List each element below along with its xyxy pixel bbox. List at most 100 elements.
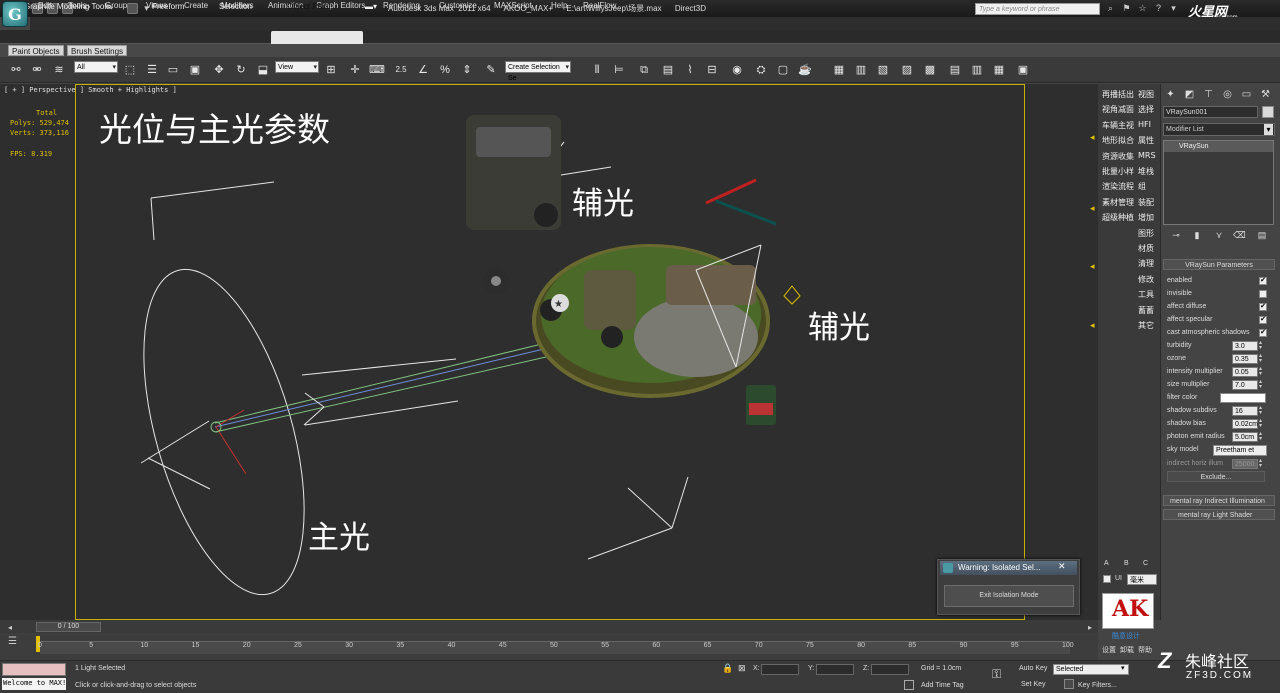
mini-curve-editor-icon[interactable]: ☰ (8, 636, 24, 652)
keyboard-shortcut-override-icon[interactable]: ⌨ (369, 62, 385, 78)
script-tool-9-icon[interactable]: ▣ (1015, 62, 1031, 78)
shortcut-item[interactable]: 工具 (1138, 289, 1160, 303)
named-selection-dropdown[interactable]: Create Selection Se (505, 61, 571, 82)
spinner-snap-icon[interactable]: ⇕ (459, 62, 475, 78)
dialog-title[interactable]: Warning: Isolated Sel... (940, 561, 1077, 575)
modifier-stack[interactable] (1163, 140, 1274, 225)
z-coordinate-field[interactable] (871, 664, 909, 675)
exclude-button[interactable]: Exclude... (1167, 471, 1265, 482)
key-filter-icon[interactable] (1064, 679, 1074, 689)
spinner-arrows-icon[interactable]: ▴ ▾ (1259, 379, 1267, 390)
tab-freeform[interactable]: Freeform (152, 2, 184, 11)
shortcut-item[interactable]: 蓄蓄 (1138, 305, 1160, 319)
shortcut-item[interactable]: 属性 (1138, 135, 1160, 149)
spinner-arrows-icon[interactable]: ▴ ▾ (1259, 366, 1267, 377)
hierarchy-tab-icon[interactable]: ⊤ (1201, 87, 1216, 102)
rotate-icon[interactable]: ↻ (233, 62, 249, 78)
hold-icon[interactable] (127, 3, 138, 14)
window-crossing-icon[interactable]: ▣ (187, 62, 203, 78)
stack-item-vraysun[interactable]: VRaySun (1164, 141, 1273, 152)
tab-a[interactable]: A (1104, 560, 1109, 567)
select-manipulate-icon[interactable]: ✛ (347, 62, 363, 78)
chevron-down-icon[interactable]: ▾ (1121, 664, 1125, 672)
bind-space-warp-icon[interactable]: ≋ (51, 62, 67, 78)
param-affect-specular-checkbox[interactable]: ✔ (1259, 316, 1267, 324)
script-tool-6-icon[interactable]: ▤ (947, 62, 963, 78)
show-end-result-icon[interactable]: ▮ (1191, 229, 1203, 241)
shortcut-item[interactable]: 材质 (1138, 243, 1160, 257)
shortcut-item[interactable]: MRS (1138, 151, 1160, 165)
set-key-mode-icon[interactable]: ⚿ (992, 667, 1012, 681)
spinner-arrows-icon[interactable]: ▴ ▾ (1259, 458, 1267, 469)
spinner-arrows-icon[interactable]: ▴ ▾ (1259, 405, 1267, 416)
shortcut-item[interactable]: 装配 (1138, 197, 1160, 211)
spinner-arrows-icon[interactable]: ▴ ▾ (1259, 353, 1267, 364)
key-filters-button[interactable]: Key Filters... (1078, 682, 1117, 689)
collapse-arrow-icon[interactable]: ◂ (1090, 132, 1096, 142)
close-icon[interactable]: ✕ (1058, 561, 1066, 572)
subtab-paint-objects[interactable]: Paint Objects (8, 45, 64, 56)
intensity-multiplier-spinner[interactable]: 0.05 (1232, 367, 1258, 377)
lock-selection-icon[interactable]: 🔒 (722, 663, 733, 675)
help-dropdown-icon[interactable]: ▾ (1167, 2, 1180, 14)
tab-graphite-modeling-tools[interactable]: Graphite Modeling Tools (24, 2, 110, 11)
param-affect-diffuse-checkbox[interactable]: ✔ (1259, 303, 1267, 311)
collapse-arrow-icon[interactable]: ◂ (1090, 320, 1096, 330)
shadow-subdivs-spinner[interactable]: 16 (1232, 406, 1258, 416)
indirect-horiz-spinner[interactable]: 25000. (1232, 459, 1258, 469)
ui-checkbox[interactable] (1103, 575, 1111, 583)
y-coordinate-field[interactable] (816, 664, 854, 675)
selection-filter-dropdown[interactable]: All (74, 61, 118, 73)
move-icon[interactable]: ✥ (211, 62, 227, 78)
viewport-label[interactable]: [ + ] Perspective ] Smooth + Highlights … (4, 86, 177, 94)
link-icon[interactable]: ⚯ (8, 62, 24, 78)
display-tab-icon[interactable]: ▭ (1239, 87, 1254, 102)
script-tool-2-icon[interactable]: ▥ (853, 62, 869, 78)
menu-create[interactable]: Create (184, 1, 208, 10)
mr-light-shader-rollout[interactable]: mental ray Light Shader (1163, 509, 1275, 520)
btn-unload[interactable]: 卸载 (1120, 645, 1134, 655)
shortcut-item[interactable]: 清理 (1138, 258, 1160, 272)
utilities-tab-icon[interactable]: ⚒ (1258, 87, 1273, 102)
help-icon[interactable]: ? (1152, 2, 1165, 14)
script-tool-3-icon[interactable]: ▧ (875, 62, 891, 78)
snap-toggle-icon[interactable]: 2.5 (393, 62, 409, 78)
param-cast-atmo-shadows-checkbox[interactable]: ✔ (1259, 329, 1267, 337)
layer-manager-icon[interactable]: ⧉ (636, 62, 652, 78)
select-object-icon[interactable]: ⬚ (122, 62, 138, 78)
filter-color-swatch[interactable] (1220, 393, 1266, 403)
menu-rendering[interactable]: Rendering (383, 1, 420, 10)
shortcut-item[interactable]: 组 (1138, 181, 1160, 195)
render-setup-icon[interactable]: ⛭ (753, 62, 769, 78)
menu-customize[interactable]: Customize (439, 1, 477, 10)
object-color-swatch[interactable] (1262, 106, 1274, 118)
maxscript-listener-input[interactable] (2, 663, 66, 676)
shortcut-item[interactable]: 增加 (1138, 212, 1160, 226)
scale-icon[interactable]: ⬓ (255, 62, 271, 78)
collapse-arrow-icon[interactable]: ◂ (1090, 261, 1096, 271)
script-tool-1-icon[interactable]: ▦ (831, 62, 847, 78)
time-slider-prev-icon[interactable]: ◂ (8, 623, 12, 632)
shortcut-item[interactable]: 选择 (1138, 104, 1160, 118)
shortcut-item[interactable]: 其它 (1138, 320, 1160, 334)
tab-selection[interactable]: Selection (219, 2, 252, 11)
menu-maxscript[interactable]: MAXScript (494, 1, 532, 10)
param-enabled-checkbox[interactable]: ✔ (1259, 277, 1267, 285)
param-invisible-checkbox[interactable] (1259, 290, 1267, 298)
add-time-tag-button[interactable]: Add Time Tag (921, 682, 964, 689)
script-tool-8-icon[interactable]: ▦ (991, 62, 1007, 78)
shortcut-item[interactable]: 图形 (1138, 228, 1160, 242)
align-icon[interactable]: ⊨ (611, 62, 627, 78)
motion-tab-icon[interactable]: ◎ (1220, 87, 1235, 102)
exit-isolation-button[interactable]: Exit Isolation Mode (944, 585, 1074, 607)
create-tab-icon[interactable]: ✦ (1163, 87, 1178, 102)
collapse-arrow-icon[interactable]: ◂ (1090, 203, 1096, 213)
shadow-bias-spinner[interactable]: 0.02cm (1232, 419, 1258, 429)
subtab-brush-settings[interactable]: Brush Settings (67, 45, 128, 56)
tab-b[interactable]: B (1124, 560, 1129, 567)
set-key-button[interactable]: Set Key (1021, 681, 1046, 688)
spinner-arrows-icon[interactable]: ▴ ▾ (1259, 431, 1267, 442)
shortcut-item[interactable]: 修改 (1138, 274, 1160, 288)
render-production-icon[interactable]: ☕ (797, 62, 813, 78)
material-editor-icon[interactable]: ◉ (729, 62, 745, 78)
